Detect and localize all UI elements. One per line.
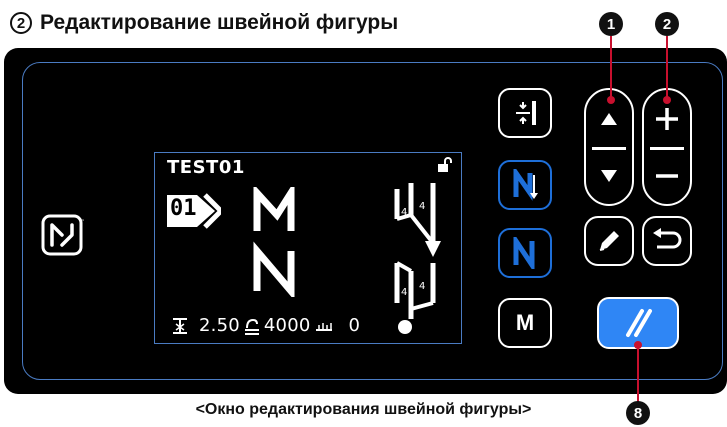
callout-2-dot <box>663 96 671 104</box>
reverse-bar-icon <box>513 169 538 201</box>
lock-icon <box>438 157 452 172</box>
speed-icon <box>244 318 259 335</box>
minus-button[interactable] <box>644 147 690 204</box>
edit-button[interactable] <box>584 216 634 266</box>
stitch-length-icon <box>516 101 536 125</box>
pattern-number: 01 <box>170 196 197 221</box>
program-name: TEST01 <box>167 157 245 178</box>
speed-value: 4000 <box>263 315 311 336</box>
stitch-shape-icon <box>253 187 295 297</box>
pattern-selector <box>584 88 634 206</box>
normal-bar-icon <box>513 237 535 269</box>
minus-icon <box>656 173 678 178</box>
svg-text:™: ™ <box>80 219 84 225</box>
menu-button-label: M <box>515 310 535 335</box>
value-adjuster <box>642 88 692 206</box>
up-arrow-icon <box>601 112 617 125</box>
reverse-bar-button[interactable] <box>498 160 552 210</box>
nfc-icon: ™ <box>41 214 84 256</box>
callout-8-dot <box>634 341 642 349</box>
svg-text:4: 4 <box>401 207 407 218</box>
callout-1: 1 <box>599 12 623 36</box>
step-number-badge: 2 <box>10 12 32 34</box>
callout-1-leader <box>610 36 612 100</box>
return-icon <box>653 228 682 249</box>
figure-caption: <Окно редактирования швейной фигуры> <box>195 401 532 418</box>
menu-button[interactable]: M <box>498 298 552 348</box>
lcd-status-line: 2.50 4000 0 <box>171 315 360 336</box>
pattern-number-box: 01 <box>165 187 221 235</box>
sewing-pattern-diagram: 4 4 4 4 <box>394 183 441 334</box>
counter-value: 0 <box>348 315 361 336</box>
callout-8-leader <box>637 344 639 402</box>
section-title: Редактирование швейной фигуры <box>40 11 399 34</box>
edit-icon <box>599 231 619 251</box>
callout-2: 2 <box>655 12 679 36</box>
clear-icon <box>626 309 652 337</box>
stitch-length-value: 2.50 <box>199 315 240 336</box>
svg-text:4: 4 <box>401 287 407 298</box>
stitch-length-icon <box>173 317 187 334</box>
callout-1-dot <box>607 96 615 104</box>
section-heading: 2 Редактирование швейной фигуры <box>10 6 398 40</box>
lcd-screen: TEST01 01 4 4 4 4 2.50 4000 0 <box>154 152 462 344</box>
counter-icon <box>315 322 332 331</box>
svg-text:4: 4 <box>419 281 425 292</box>
plus-icon <box>656 107 678 130</box>
down-arrow-icon <box>601 169 617 182</box>
callout-2-leader <box>666 36 668 100</box>
stitch-length-button[interactable] <box>498 88 552 138</box>
down-button[interactable] <box>586 147 632 204</box>
svg-text:4: 4 <box>419 201 425 212</box>
return-button[interactable] <box>642 216 692 266</box>
normal-bar-button[interactable] <box>498 228 552 278</box>
